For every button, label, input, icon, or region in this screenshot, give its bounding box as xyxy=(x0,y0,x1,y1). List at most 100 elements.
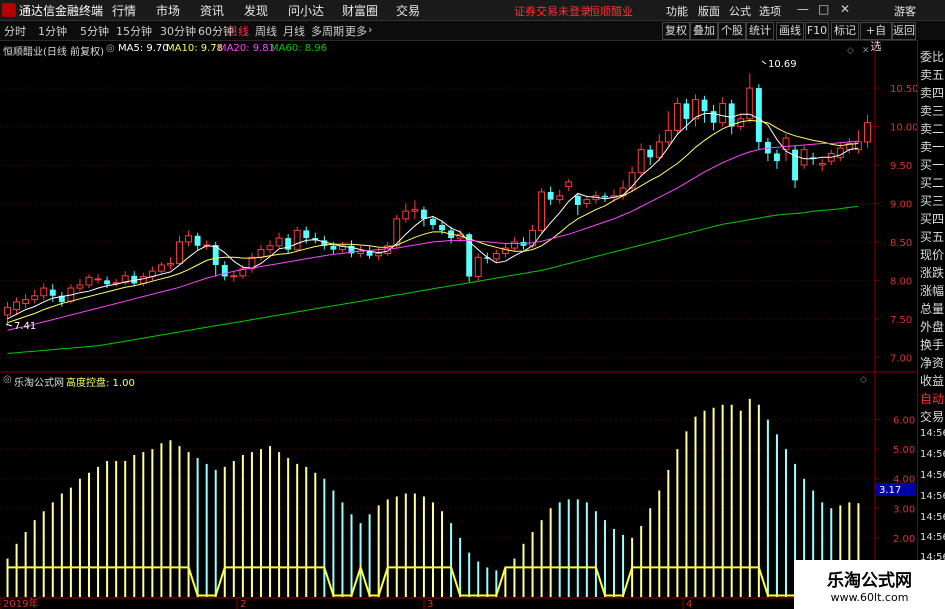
low-arrow-icon xyxy=(5,323,13,327)
candle-body-up xyxy=(402,210,410,220)
side-panel-item[interactable]: 买三 xyxy=(920,192,944,209)
stock-button[interactable]: 个股 xyxy=(718,22,746,40)
sub-y-axis: 6.005.004.003.002.00 xyxy=(875,416,915,545)
ma-lines-group xyxy=(7,113,859,354)
menu-formula[interactable]: 公式 xyxy=(729,3,751,19)
candle-body-up xyxy=(375,252,383,257)
stats-button[interactable]: 统计 xyxy=(746,22,774,40)
period-tab[interactable]: 周线 xyxy=(255,23,277,39)
side-panel-item[interactable]: 总量 xyxy=(920,300,944,317)
menu-options[interactable]: 选项 xyxy=(759,3,781,19)
period-tab[interactable]: 1分钟 xyxy=(38,23,67,39)
side-panel-item[interactable]: 涨跌 xyxy=(920,264,944,281)
sub-grid xyxy=(0,419,875,539)
candle-body-up xyxy=(4,306,11,316)
menu-market[interactable]: 市场 xyxy=(156,2,180,19)
restore-rights-button[interactable]: 复权 xyxy=(662,22,690,40)
side-panel-item[interactable]: 外盘 xyxy=(920,318,944,335)
side-panel-item[interactable]: 14:56 xyxy=(920,428,945,439)
side-panel-item[interactable]: 14:56 xyxy=(920,532,945,543)
candle-body-down xyxy=(420,209,427,219)
period-tab[interactable]: 5分钟 xyxy=(80,23,109,39)
menu-bar: 通达信金融终端 行情 市场 资讯 发现 问小达 财富圈 交易 证券交易未登录 恒… xyxy=(0,0,945,21)
ma-line-ma20 xyxy=(7,140,859,331)
close-chart-icon[interactable]: ✕ xyxy=(862,46,870,56)
candle-body-up xyxy=(556,195,564,201)
candle-body-down xyxy=(439,225,445,231)
watermark-title: 乐淘公式网 xyxy=(827,571,912,591)
candle-body-down xyxy=(430,218,436,225)
period-tab[interactable]: 15分钟 xyxy=(116,23,152,39)
y-tick-label: 6.00 xyxy=(893,416,915,427)
y-tick-label: 5.00 xyxy=(893,445,915,456)
candle-body-up xyxy=(185,235,193,243)
candle-body-up xyxy=(719,102,727,124)
candle-body-down xyxy=(728,103,735,127)
side-panel-item[interactable]: 委比 xyxy=(920,48,944,65)
settings-circle-icon[interactable]: ◎ xyxy=(106,43,115,54)
minimize-icon[interactable]: — xyxy=(797,2,809,16)
side-panel-item[interactable]: 卖四 xyxy=(920,84,944,101)
draw-line-button[interactable]: 画线 xyxy=(776,22,804,40)
candle-body-up xyxy=(257,249,265,258)
mark-button[interactable]: 标记 xyxy=(831,22,859,40)
side-panel-item[interactable]: 卖二 xyxy=(920,120,944,137)
overlay-button[interactable]: 叠加 xyxy=(690,22,718,40)
login-notice[interactable]: 证券交易未登录 xyxy=(514,3,591,19)
menu-quotes[interactable]: 行情 xyxy=(112,2,136,19)
menu-discover[interactable]: 发现 xyxy=(244,2,268,19)
f10-button[interactable]: F10 xyxy=(805,22,829,40)
diamond-icon[interactable]: ◇ xyxy=(847,46,854,56)
side-panel-item[interactable]: 净资 xyxy=(920,354,944,371)
side-panel-item[interactable]: 买一 xyxy=(920,156,944,173)
chevron-right-icon[interactable]: › xyxy=(368,23,372,36)
maximize-icon[interactable]: □ xyxy=(818,2,829,16)
user-label[interactable]: 游客 xyxy=(894,3,916,19)
high-arrow-icon xyxy=(761,60,767,65)
side-panel-item[interactable]: 交易 xyxy=(920,408,944,425)
side-panel-item[interactable]: 14:56 xyxy=(920,449,945,460)
current-value-label: 3.17 xyxy=(879,485,901,496)
candle-body-up xyxy=(230,275,238,278)
period-tab[interactable]: 多周期 xyxy=(311,23,344,39)
chart-area[interactable]: 10.50 10.00 9.50 9.00 8.50 8.00 7.50 7.00 6.00 5… xyxy=(0,40,917,609)
side-panel-item[interactable]: 买四 xyxy=(920,210,944,227)
y-tick-label: 8.50 xyxy=(890,238,912,249)
side-panel-item[interactable]: 14:56 xyxy=(920,470,945,481)
menu-function[interactable]: 功能 xyxy=(666,3,688,19)
period-tab[interactable]: 30分钟 xyxy=(160,23,196,39)
x-tick-label: 2 xyxy=(240,599,246,609)
y-tick-label: 9.00 xyxy=(890,199,912,210)
settings-circle-icon[interactable]: ◎ xyxy=(3,374,12,385)
candle-body-up xyxy=(94,278,102,281)
period-tab[interactable]: 月线 xyxy=(283,23,305,39)
menu-wealth[interactable]: 财富圈 xyxy=(342,2,378,19)
side-panel-item[interactable]: 收益 xyxy=(920,372,944,389)
side-panel-item[interactable]: 换手 xyxy=(920,336,944,353)
add-watchlist-button[interactable]: +自选 xyxy=(860,22,892,53)
side-panel-item[interactable]: 买二 xyxy=(920,174,944,191)
side-panel-item[interactable]: 卖五 xyxy=(920,66,944,83)
candle-body-up xyxy=(411,209,419,212)
menu-trade[interactable]: 交易 xyxy=(396,2,420,19)
period-tab-active[interactable]: 日线 xyxy=(227,23,249,39)
side-panel-item[interactable]: 卖一 xyxy=(920,138,944,155)
period-tab[interactable]: 分时 xyxy=(4,23,26,39)
back-button[interactable]: 返回 xyxy=(892,22,916,40)
side-panel-item[interactable]: 14:56 xyxy=(920,512,945,523)
side-panel-item[interactable]: 买五 xyxy=(920,228,944,245)
close-icon[interactable]: ✕ xyxy=(840,2,850,16)
side-panel-item[interactable]: 自动 xyxy=(920,390,944,407)
menu-news[interactable]: 资讯 xyxy=(200,2,224,19)
side-panel-item[interactable]: 涨幅 xyxy=(920,282,944,299)
diamond-icon[interactable]: ◇ xyxy=(860,375,867,385)
menu-layout[interactable]: 版面 xyxy=(698,3,720,19)
period-tab-more[interactable]: 更多 xyxy=(345,23,367,39)
candle-body-up xyxy=(176,241,183,264)
side-panel-item[interactable]: 卖三 xyxy=(920,102,944,119)
side-panel-item[interactable]: 14:56 xyxy=(920,491,945,502)
y-tick-label: 7.50 xyxy=(890,315,912,326)
menu-ask[interactable]: 问小达 xyxy=(288,2,324,19)
stock-title: 恒顺醋业 xyxy=(589,5,633,18)
side-panel-item[interactable]: 现价 xyxy=(920,246,944,263)
